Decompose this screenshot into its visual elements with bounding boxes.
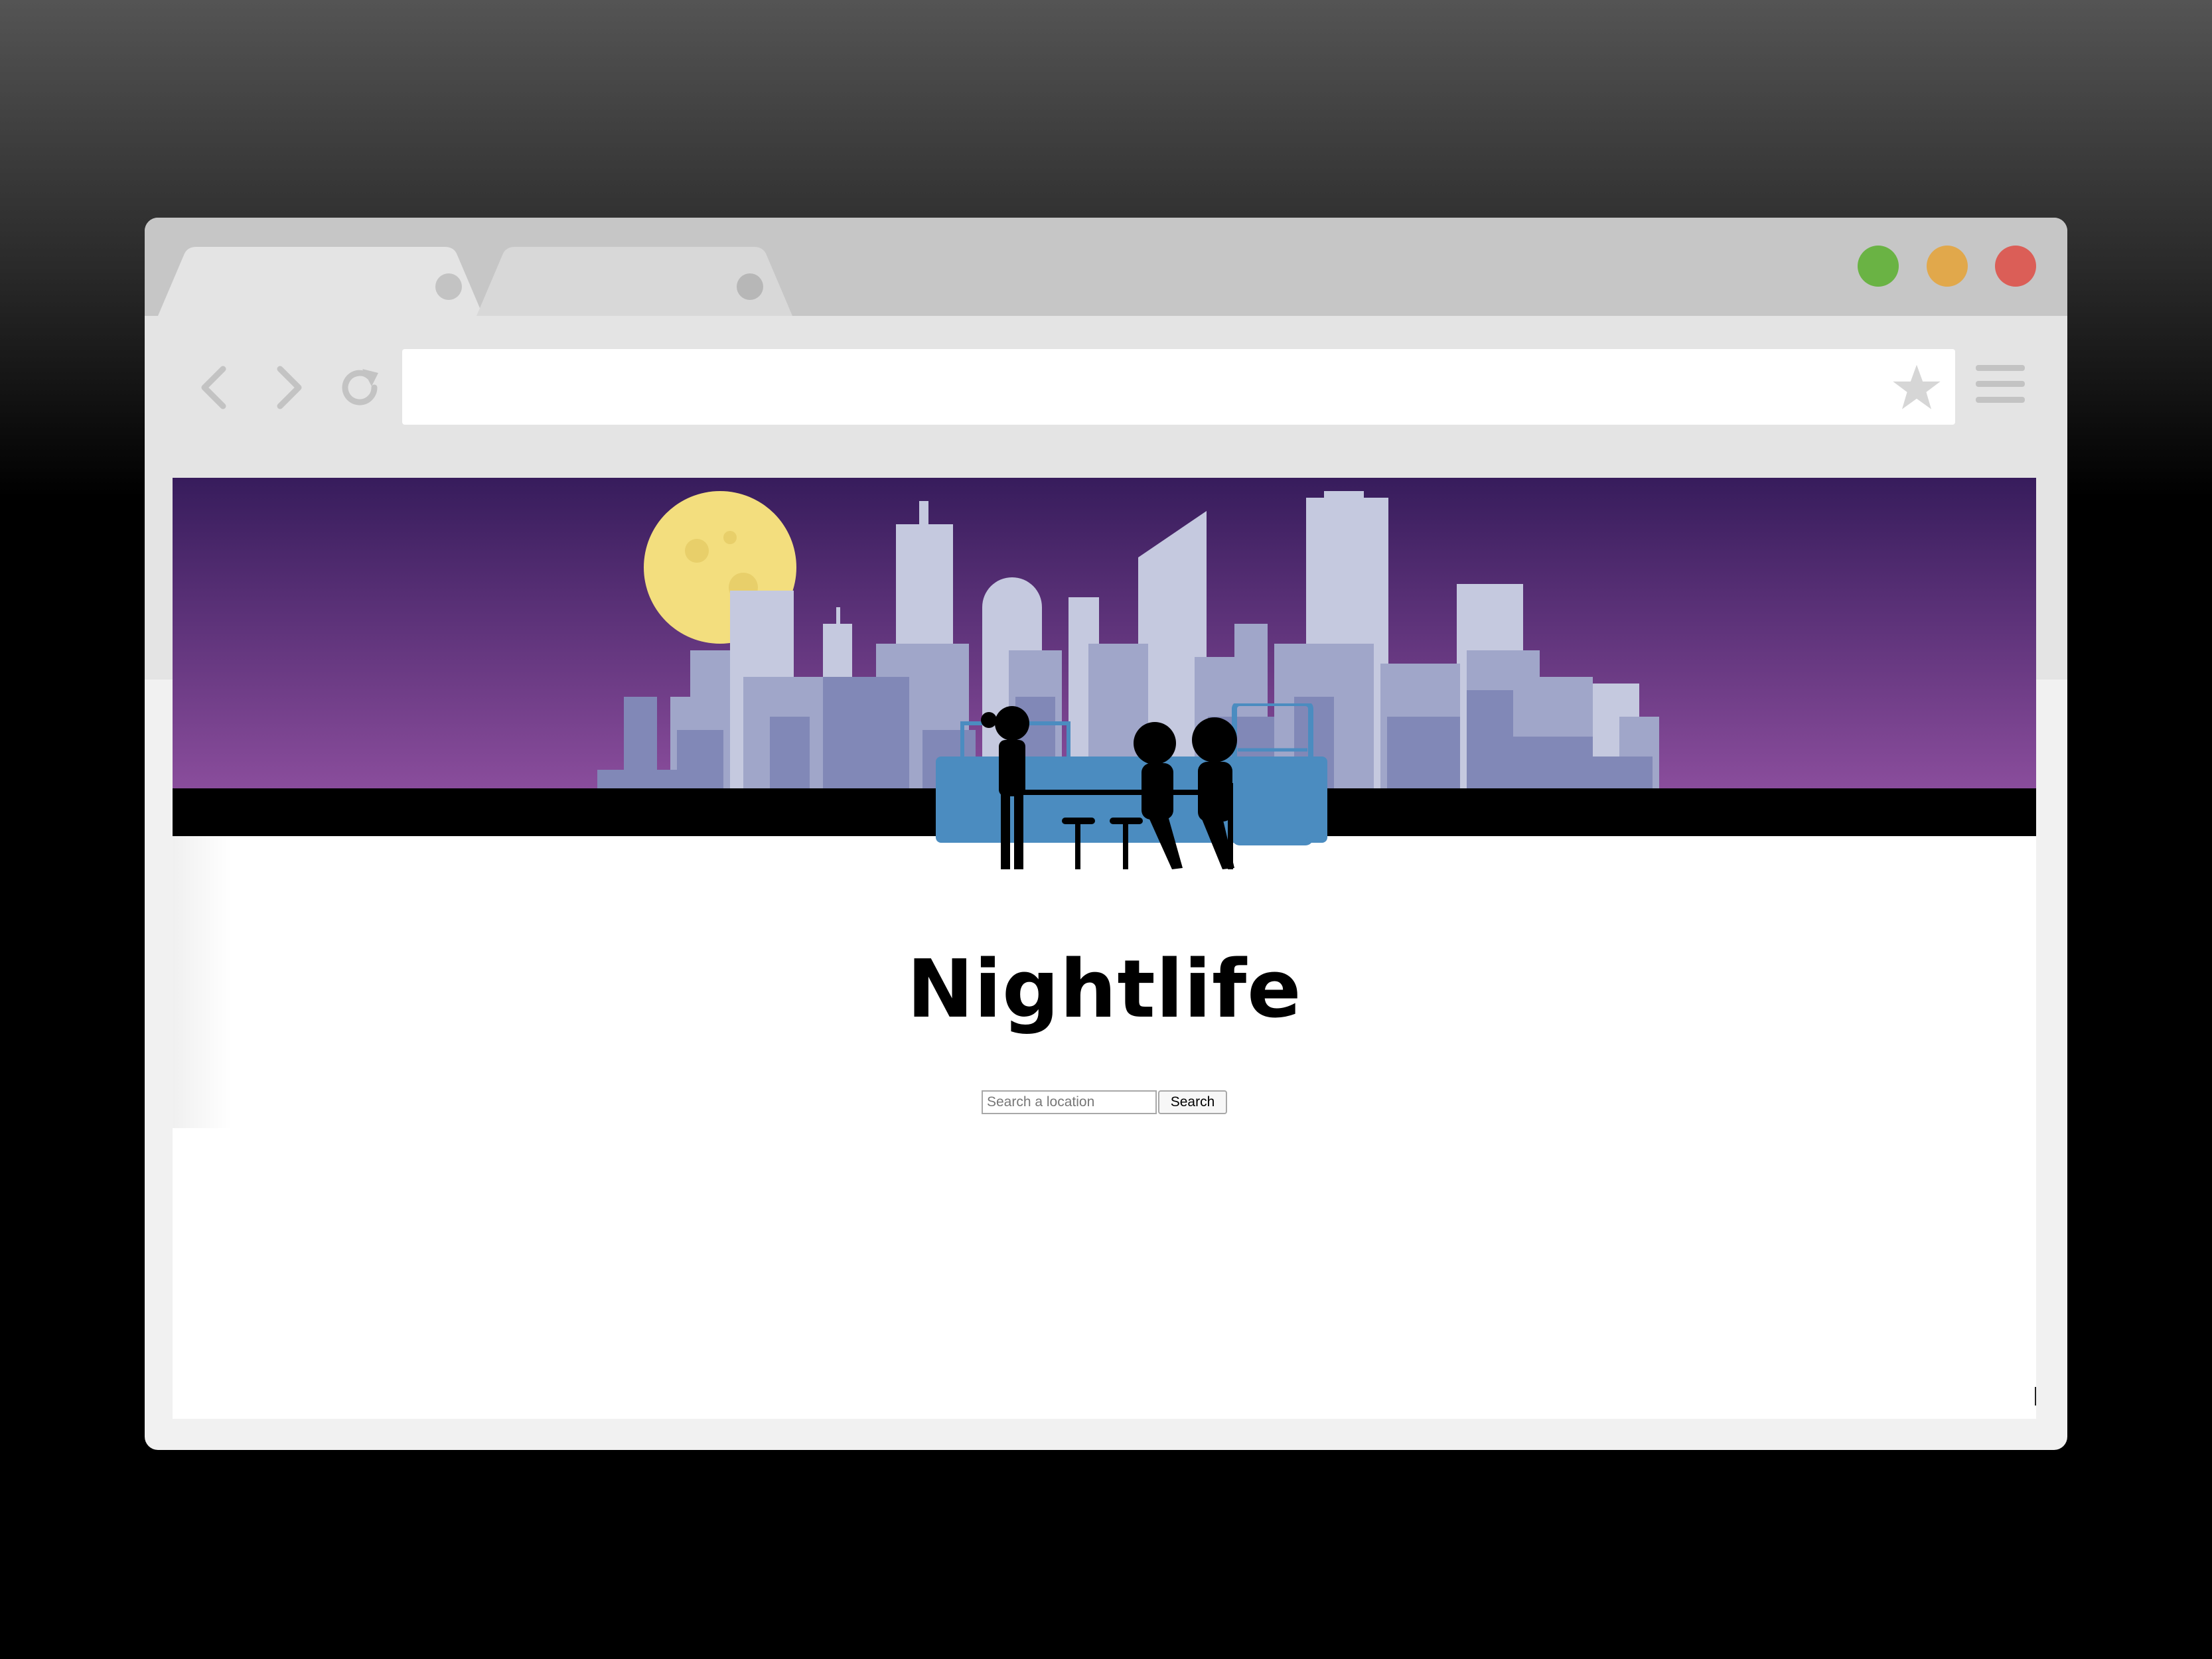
hamburger-menu-icon[interactable] xyxy=(1973,357,2028,411)
close-button[interactable] xyxy=(1995,246,2036,287)
maximize-button[interactable] xyxy=(1858,246,1899,287)
search-input[interactable] xyxy=(982,1090,1157,1114)
back-arrow-icon[interactable] xyxy=(190,361,243,414)
reload-icon[interactable] xyxy=(333,361,386,414)
text-cursor xyxy=(2035,1387,2036,1406)
forward-arrow-icon[interactable] xyxy=(261,361,315,414)
address-bar[interactable] xyxy=(402,349,1955,425)
tab-inactive[interactable] xyxy=(477,247,808,316)
star-icon[interactable] xyxy=(1891,362,1942,413)
tab-close-icon[interactable] xyxy=(737,273,763,300)
search-button[interactable]: Search xyxy=(1158,1090,1227,1114)
page-title: Nightlife xyxy=(907,944,1302,1036)
tab-close-icon[interactable] xyxy=(435,273,462,300)
browser-window: Nightlife Search xyxy=(145,218,2067,1450)
search-form: Search xyxy=(982,1090,1227,1114)
bar-people-illustration xyxy=(936,703,1327,869)
tab-active[interactable] xyxy=(158,247,503,316)
minimize-button[interactable] xyxy=(1927,246,1968,287)
tab-strip xyxy=(145,218,2067,316)
page-viewport: Nightlife Search xyxy=(173,478,2036,1419)
